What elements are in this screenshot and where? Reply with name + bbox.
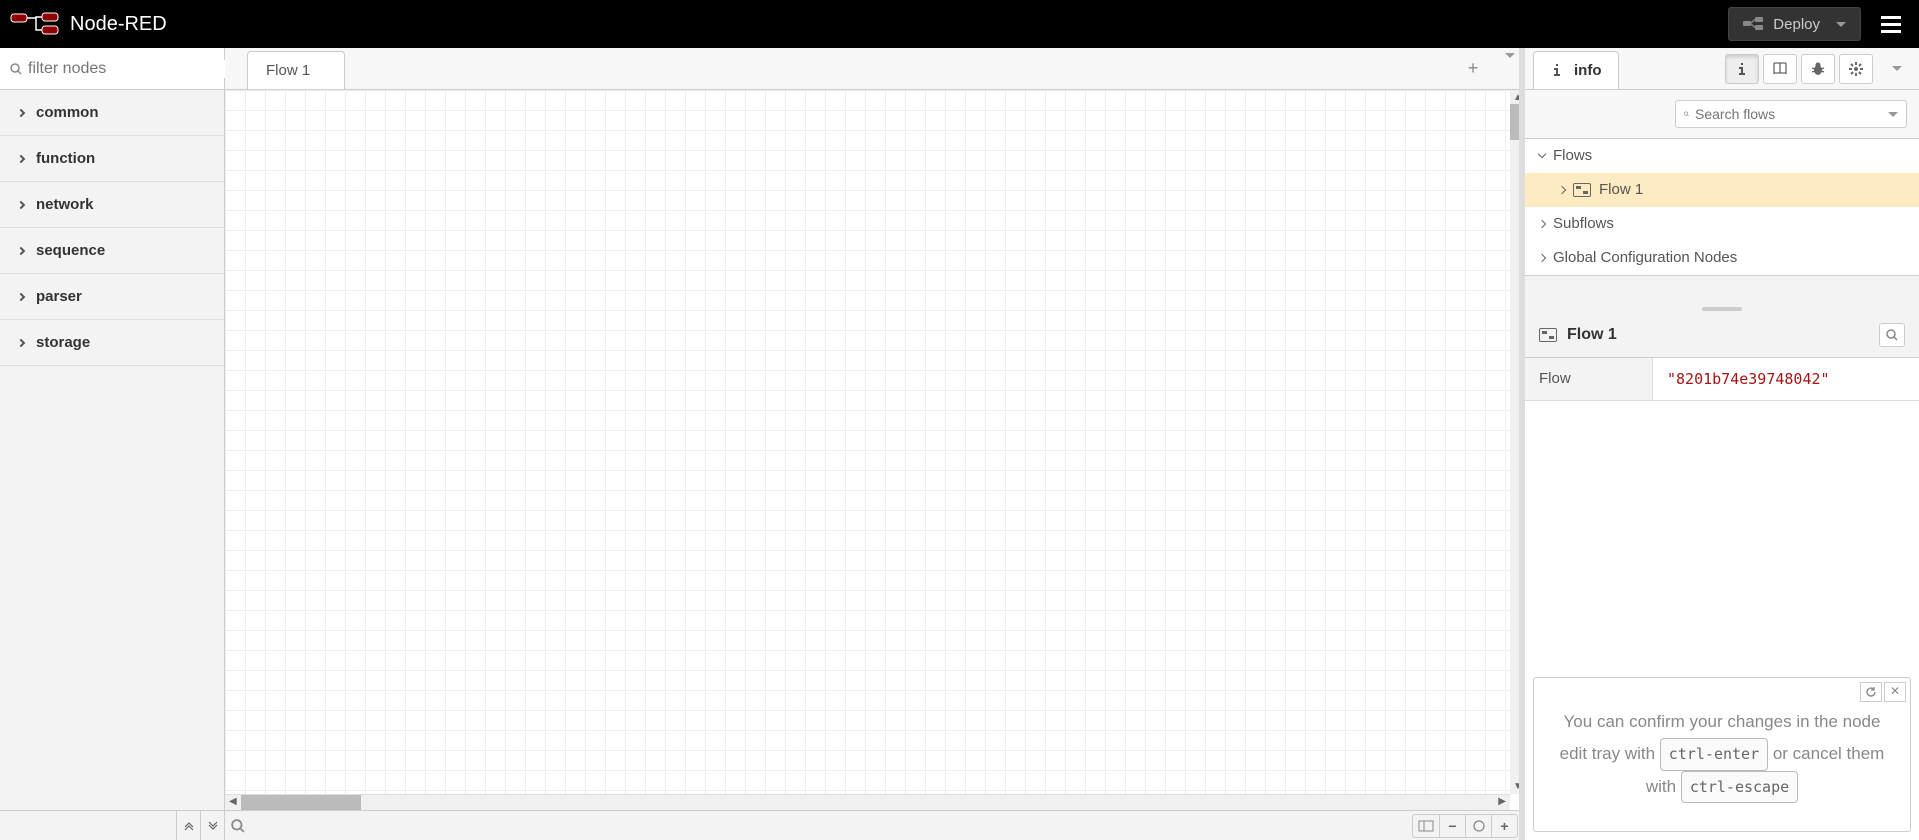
palette-expand-button[interactable] xyxy=(200,811,224,840)
sidebar-debug-button[interactable] xyxy=(1801,54,1835,84)
chevron-right-icon xyxy=(17,200,25,208)
workspace-tab[interactable]: Flow 1 xyxy=(247,51,345,89)
flow-icon xyxy=(1539,328,1557,342)
tree-drag-area[interactable] xyxy=(1525,275,1919,313)
detail-row-label: Flow xyxy=(1525,358,1653,400)
kbd-ctrl-escape: ctrl-escape xyxy=(1681,771,1798,804)
palette-collapse-button[interactable] xyxy=(176,811,200,840)
tree-flows[interactable]: Flows xyxy=(1525,139,1919,173)
sidebar-config-button[interactable] xyxy=(1839,54,1873,84)
chevron-right-icon xyxy=(1538,253,1546,261)
zoom-reset-button[interactable] xyxy=(1465,815,1491,837)
tip-close-button[interactable]: ✕ xyxy=(1884,682,1906,702)
search-icon xyxy=(1684,108,1689,120)
sidebar-menu-button[interactable] xyxy=(1877,54,1911,84)
palette-category-label: sequence xyxy=(36,242,105,259)
palette-category-function[interactable]: function xyxy=(0,136,224,182)
sidebar-tab-info-label: info xyxy=(1574,62,1602,79)
palette-category-sequence[interactable]: sequence xyxy=(0,228,224,274)
palette-category-label: network xyxy=(36,196,94,213)
caret-down-icon xyxy=(1836,22,1846,27)
chevron-right-icon xyxy=(17,246,25,254)
chevron-right-icon xyxy=(17,154,25,162)
horizontal-scrollbar[interactable]: ◀ ▶ xyxy=(225,794,1510,810)
chevron-right-icon xyxy=(17,292,25,300)
nodered-logo-icon xyxy=(10,12,60,36)
sidebar-tab-bar: info xyxy=(1525,48,1919,90)
tip-box: ✕ You can confirm your changes in the no… xyxy=(1533,677,1911,832)
tree-flow-item-label: Flow 1 xyxy=(1599,181,1643,198)
outline-tree: Flows Flow 1 Subflows Global Configurati… xyxy=(1525,139,1919,275)
search-icon xyxy=(10,63,22,75)
detail-header: Flow 1 xyxy=(1525,313,1919,358)
app-title: Node-RED xyxy=(70,13,167,36)
add-tab-button[interactable]: + xyxy=(1456,58,1490,79)
sidebar-tab-info[interactable]: info xyxy=(1533,51,1619,89)
tip-refresh-button[interactable] xyxy=(1860,682,1882,702)
chevron-right-icon xyxy=(17,108,25,116)
flow-canvas[interactable]: ▲ ▼ ◀ ▶ xyxy=(225,90,1524,810)
detail-row: Flow "8201b74e39748042" xyxy=(1525,358,1919,401)
flow-icon xyxy=(1573,183,1591,197)
workspace-footer: − + xyxy=(225,810,1524,840)
app-header: Node-RED Deploy xyxy=(0,0,1919,48)
deploy-label: Deploy xyxy=(1773,16,1820,33)
main-menu-button[interactable] xyxy=(1873,8,1909,41)
palette-footer xyxy=(0,810,224,840)
detail-search-button[interactable] xyxy=(1879,323,1905,347)
palette-category-label: parser xyxy=(36,288,82,305)
tree-subflows[interactable]: Subflows xyxy=(1525,207,1919,241)
palette-category-label: common xyxy=(36,104,99,121)
detail-row-value: "8201b74e39748042" xyxy=(1653,358,1919,400)
palette-category-label: function xyxy=(36,150,95,167)
palette-sidebar: common function network sequence parser stora… xyxy=(0,48,225,840)
sidebar-help-button[interactable] xyxy=(1763,54,1797,84)
detail-title: Flow 1 xyxy=(1567,326,1617,344)
chevron-right-icon xyxy=(1538,219,1546,227)
palette-category-storage[interactable]: storage xyxy=(0,320,224,366)
kbd-ctrl-enter: ctrl-enter xyxy=(1660,738,1768,771)
workspace-search-button[interactable] xyxy=(231,819,255,833)
palette-filter-input[interactable] xyxy=(28,60,235,78)
search-flows-box[interactable] xyxy=(1675,100,1907,128)
palette-category-common[interactable]: common xyxy=(0,90,224,136)
workspace-tab-label: Flow 1 xyxy=(266,62,310,79)
tree-global-config-label: Global Configuration Nodes xyxy=(1553,249,1737,266)
zoom-out-button[interactable]: − xyxy=(1439,815,1465,837)
info-icon xyxy=(1550,63,1564,77)
search-flows-input[interactable] xyxy=(1695,106,1876,122)
chevron-right-icon xyxy=(17,338,25,346)
palette-category-parser[interactable]: parser xyxy=(0,274,224,320)
chevron-down-icon xyxy=(1538,150,1546,158)
tree-subflows-label: Subflows xyxy=(1553,215,1614,232)
palette-category-label: storage xyxy=(36,334,90,351)
sidebar-info-button[interactable] xyxy=(1725,54,1759,84)
drag-handle-icon xyxy=(1702,307,1742,311)
deploy-button[interactable]: Deploy xyxy=(1728,7,1861,41)
workspace-tab-bar: Flow 1 + xyxy=(225,48,1524,90)
deploy-icon xyxy=(1743,17,1763,31)
caret-down-icon xyxy=(1888,112,1898,117)
chevron-right-icon xyxy=(1558,185,1566,193)
tree-global-config[interactable]: Global Configuration Nodes xyxy=(1525,241,1919,275)
zoom-in-button[interactable]: + xyxy=(1491,815,1517,837)
workspace-nav-controls: − + xyxy=(1412,814,1518,838)
tree-flows-label: Flows xyxy=(1553,147,1592,164)
app-logo: Node-RED xyxy=(10,12,167,36)
palette-category-network[interactable]: network xyxy=(0,182,224,228)
sidebar-resize-handle[interactable] xyxy=(1519,48,1525,840)
info-sidebar: info Flows Flow 1 xyxy=(1524,48,1919,840)
workspace: Flow 1 + ▲ ▼ ◀ ▶ xyxy=(225,48,1524,840)
sidebar-search-area xyxy=(1525,90,1919,139)
palette-filter[interactable] xyxy=(0,48,224,90)
navigator-button[interactable] xyxy=(1413,815,1439,837)
tree-flow-item[interactable]: Flow 1 xyxy=(1525,173,1919,207)
